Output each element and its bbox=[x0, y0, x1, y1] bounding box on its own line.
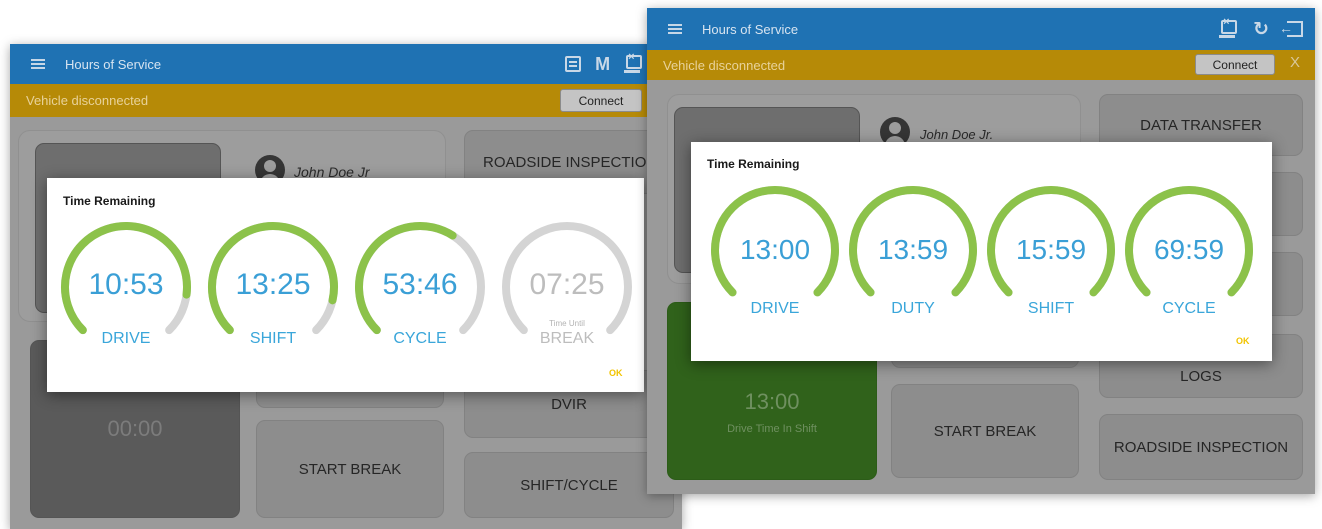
hamburger-menu-icon[interactable] bbox=[31, 59, 45, 69]
dialog-title: Time Remaining bbox=[707, 157, 800, 171]
connection-status-bar: Vehicle disconnected Connect X bbox=[647, 50, 1315, 80]
drive-time-value: 13:00 bbox=[744, 389, 800, 414]
gauge-value: 53:46 bbox=[382, 268, 458, 301]
gauge-sublabel: Time Until bbox=[549, 319, 585, 328]
gauge-value: 10:53 bbox=[88, 268, 164, 301]
refresh-icon[interactable]: ↻ bbox=[1253, 20, 1269, 39]
gauge-cycle: 53:46 CYCLE bbox=[351, 218, 489, 356]
app-bar: Hours of Service ↻ bbox=[647, 8, 1315, 50]
gauge-label: CYCLE bbox=[1162, 300, 1216, 317]
status-text: Vehicle disconnected bbox=[663, 57, 786, 73]
hamburger-menu-icon[interactable] bbox=[668, 24, 682, 34]
time-remaining-dialog-left: Time Remaining 10:53 DRIVE 13:25 SHIFT 53:46… bbox=[47, 178, 644, 392]
app-bar: Hours of Service M ↻ bbox=[10, 44, 682, 84]
gauge-label: SHIFT bbox=[1027, 300, 1075, 317]
gauge-shift: 15:59 SHIFT bbox=[983, 182, 1119, 318]
gauge-duty: 13:59 DUTY bbox=[845, 182, 981, 318]
ok-button[interactable]: OK bbox=[1236, 336, 1250, 346]
gauge-value: 69:59 bbox=[1153, 234, 1225, 265]
gauge-drive: 13:00 DRIVE bbox=[707, 182, 843, 318]
drive-time-label: Drive Time In Shift bbox=[727, 423, 817, 435]
gauge-label: SHIFT bbox=[249, 330, 297, 347]
gauge-label: BREAK bbox=[539, 330, 595, 347]
gauge-label: DRIVE bbox=[101, 330, 151, 347]
gauge-cycle: 69:59 CYCLE bbox=[1121, 182, 1257, 318]
gauge-value: 13:00 bbox=[739, 234, 811, 265]
gauge-label: DUTY bbox=[891, 300, 935, 317]
gauge-value: 15:59 bbox=[1015, 234, 1087, 265]
dismiss-status-button[interactable]: X bbox=[1290, 54, 1300, 71]
gauge-drive: 10:53 DRIVE bbox=[57, 218, 195, 356]
driver-name: John Doe Jr. bbox=[920, 127, 994, 142]
gauge-value: 13:59 bbox=[877, 234, 949, 265]
gauge-break: 07:25 Time Until BREAK bbox=[498, 218, 636, 356]
connect-button[interactable]: Connect bbox=[1195, 54, 1275, 75]
connect-button[interactable]: Connect bbox=[560, 89, 642, 112]
message-icon[interactable] bbox=[565, 56, 582, 72]
m-icon[interactable]: M bbox=[595, 55, 610, 73]
exit-icon[interactable] bbox=[1279, 21, 1303, 37]
gauge-value: 13:25 bbox=[235, 268, 311, 301]
connection-status-bar: Vehicle disconnected Connect bbox=[10, 84, 682, 117]
gauge-label: DRIVE bbox=[750, 300, 800, 317]
shift-cycle-button[interactable]: SHIFT/CYCLE bbox=[464, 452, 674, 518]
app-title: Hours of Service bbox=[702, 21, 799, 37]
download-icon[interactable] bbox=[624, 52, 643, 73]
gauge-label: CYCLE bbox=[393, 330, 447, 347]
roadside-inspection-button[interactable]: ROADSIDE INSPECTION bbox=[1099, 414, 1303, 480]
download-icon[interactable] bbox=[1219, 17, 1238, 38]
ok-button[interactable]: OK bbox=[609, 368, 623, 378]
dialog-title: Time Remaining bbox=[63, 194, 156, 208]
gauge-value: 07:25 bbox=[529, 268, 605, 301]
gauge-shift: 13:25 SHIFT bbox=[204, 218, 342, 356]
status-text: Vehicle disconnected bbox=[26, 93, 149, 108]
start-break-button[interactable]: START BREAK bbox=[891, 384, 1079, 478]
duty-timer-value: 00:00 bbox=[107, 416, 163, 441]
app-title: Hours of Service bbox=[65, 56, 162, 72]
time-remaining-dialog-right: Time Remaining 13:00 DRIVE 13:59 DUTY 15:59 S… bbox=[691, 142, 1272, 361]
start-break-button[interactable]: START BREAK bbox=[256, 420, 444, 518]
toolbar-actions: ↻ bbox=[1219, 8, 1303, 50]
